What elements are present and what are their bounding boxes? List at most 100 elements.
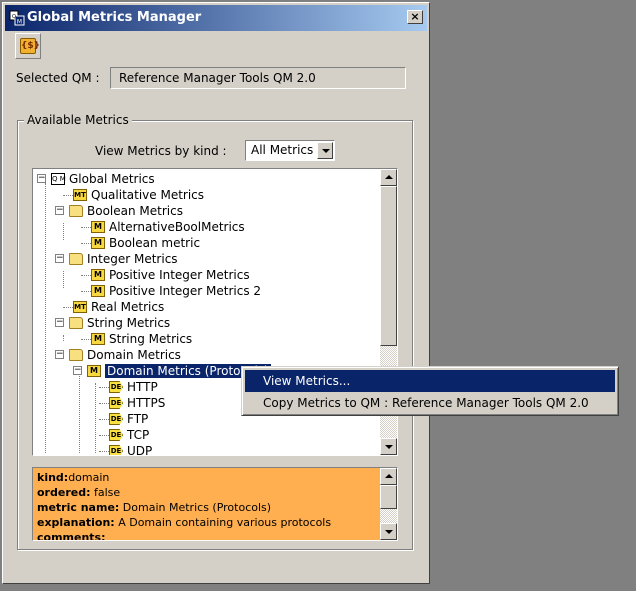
folder-icon bbox=[69, 253, 83, 265]
tree-node[interactable]: DE UDP bbox=[33, 443, 373, 456]
scroll-up-button[interactable] bbox=[380, 169, 397, 186]
title-bar[interactable]: M Q Global Metrics Manager × bbox=[5, 5, 427, 31]
info-line: explanation: A Domain containing various… bbox=[37, 516, 331, 529]
info-scroll-down-button[interactable] bbox=[380, 523, 397, 540]
domain-element-icon: DE bbox=[109, 397, 123, 409]
collapse-icon[interactable]: − bbox=[55, 350, 64, 359]
menu-item-view-metrics[interactable]: View Metrics... bbox=[245, 370, 615, 392]
svg-text:Q: Q bbox=[12, 14, 16, 20]
tree-node-label: TCP bbox=[127, 428, 150, 442]
info-scroll-up-button[interactable] bbox=[380, 468, 397, 485]
tree-node[interactable]: − Q M Global Metrics bbox=[33, 171, 373, 187]
tree-node-label: Domain Metrics bbox=[87, 348, 181, 362]
metric-kind-value: All Metrics bbox=[251, 143, 314, 157]
arrow-down-icon bbox=[385, 445, 393, 449]
tree-node[interactable]: MT Real Metrics bbox=[33, 299, 373, 315]
tree-node[interactable]: M AlternativeBoolMetrics bbox=[33, 219, 373, 235]
collapse-icon[interactable]: − bbox=[73, 366, 82, 375]
tree-connector bbox=[81, 243, 91, 244]
collapse-icon[interactable]: − bbox=[55, 254, 64, 263]
scroll-thumb[interactable] bbox=[380, 186, 397, 346]
folder-icon bbox=[69, 205, 83, 217]
metric-icon: M bbox=[91, 237, 105, 249]
tree-connector bbox=[99, 403, 109, 404]
metric-kind-select[interactable]: All Metrics bbox=[245, 140, 335, 161]
tree-connector bbox=[99, 419, 109, 420]
arrow-up-icon bbox=[385, 175, 393, 179]
tree-node-label: Qualitative Metrics bbox=[91, 188, 205, 202]
tree-node-label: UDP bbox=[127, 444, 153, 456]
metric-icon: M bbox=[91, 269, 105, 281]
domain-element-icon: DE bbox=[109, 381, 123, 393]
svg-text:M: M bbox=[17, 19, 22, 26]
tree-node-label: FTP bbox=[127, 412, 149, 426]
metric-info-pane[interactable]: kind:domain ordered: false metric name: Do… bbox=[32, 467, 398, 541]
info-value: A Domain containing various protocols bbox=[114, 516, 332, 529]
info-vertical-scrollbar[interactable] bbox=[380, 468, 397, 540]
folder-icon bbox=[69, 349, 83, 361]
tree-node-label: Boolean metric bbox=[109, 236, 201, 250]
tree-node[interactable]: − String Metrics bbox=[33, 315, 373, 331]
tree-node[interactable]: − Integer Metrics bbox=[33, 251, 373, 267]
info-value: false bbox=[90, 486, 121, 499]
close-button[interactable]: × bbox=[407, 10, 423, 24]
tree-connector bbox=[81, 275, 91, 276]
tree-node-label: String Metrics bbox=[109, 332, 193, 346]
window-title: Global Metrics Manager bbox=[27, 10, 202, 25]
metric-type-icon: MT bbox=[73, 189, 87, 201]
tree-node-label: String Metrics bbox=[87, 316, 171, 330]
tree-connector bbox=[63, 307, 73, 308]
tree-node[interactable]: M String Metrics bbox=[33, 331, 373, 347]
context-menu: View Metrics... Copy Metrics to QM : Ref… bbox=[241, 366, 619, 416]
tree-node[interactable]: − Domain Metrics bbox=[33, 347, 373, 363]
tree-node-label: HTTP bbox=[127, 380, 158, 394]
domain-element-icon: DE bbox=[109, 445, 123, 455]
tree-node-label: HTTPS bbox=[127, 396, 166, 410]
tree-node[interactable]: − Boolean Metrics bbox=[33, 203, 373, 219]
info-key: explanation: bbox=[37, 516, 115, 529]
tree-node[interactable]: M Positive Integer Metrics 2 bbox=[33, 283, 373, 299]
info-key: ordered: bbox=[37, 486, 91, 499]
tree-connector bbox=[99, 435, 109, 436]
tree-connector bbox=[99, 387, 109, 388]
tree-connector bbox=[81, 291, 91, 292]
tree-node[interactable]: DE TCP bbox=[33, 427, 373, 443]
info-line: kind:domain bbox=[37, 471, 109, 484]
app-icon: M Q bbox=[9, 10, 25, 26]
metric-icon: M bbox=[91, 333, 105, 345]
arrow-down-icon bbox=[385, 530, 393, 534]
tree-node-label: Real Metrics bbox=[91, 300, 165, 314]
info-line: comments: bbox=[37, 531, 106, 541]
info-value: Domain Metrics (Protocols) bbox=[119, 501, 272, 514]
tree-connector bbox=[81, 339, 91, 340]
scroll-down-button[interactable] bbox=[380, 438, 397, 455]
collapse-icon[interactable]: − bbox=[55, 318, 64, 327]
tree-connector bbox=[99, 451, 109, 452]
dropdown-button[interactable] bbox=[317, 142, 333, 159]
info-key: metric name: bbox=[37, 501, 120, 514]
selected-qm-field: Reference Manager Tools QM 2.0 bbox=[110, 67, 406, 89]
available-metrics-legend: Available Metrics bbox=[24, 113, 132, 127]
info-scroll-thumb[interactable] bbox=[380, 485, 397, 509]
metric-icon: M bbox=[91, 221, 105, 233]
info-value: domain bbox=[68, 471, 110, 484]
refresh-metrics-button[interactable]: {$} bbox=[15, 33, 41, 59]
metric-type-icon: MT bbox=[73, 301, 87, 313]
folder-icon bbox=[69, 317, 83, 329]
tree-node-label: Positive Integer Metrics bbox=[109, 268, 250, 282]
menu-item-copy-metrics[interactable]: Copy Metrics to QM : Reference Manager T… bbox=[245, 392, 615, 414]
tree-node-label: Global Metrics bbox=[69, 172, 155, 186]
info-line: ordered: false bbox=[37, 486, 120, 499]
tree-node[interactable]: M Positive Integer Metrics bbox=[33, 267, 373, 283]
root-icon: Q M bbox=[51, 173, 66, 185]
tree-connector bbox=[63, 195, 73, 196]
domain-element-icon: DE bbox=[109, 429, 123, 441]
info-key: comments: bbox=[37, 531, 106, 541]
collapse-icon[interactable]: − bbox=[37, 174, 46, 183]
tree-node-label: Positive Integer Metrics 2 bbox=[109, 284, 262, 298]
metric-icon: M bbox=[87, 365, 101, 377]
metric-icon: M bbox=[91, 285, 105, 297]
collapse-icon[interactable]: − bbox=[55, 206, 64, 215]
tree-node[interactable]: MT Qualitative Metrics bbox=[33, 187, 373, 203]
tree-node[interactable]: M Boolean metric bbox=[33, 235, 373, 251]
